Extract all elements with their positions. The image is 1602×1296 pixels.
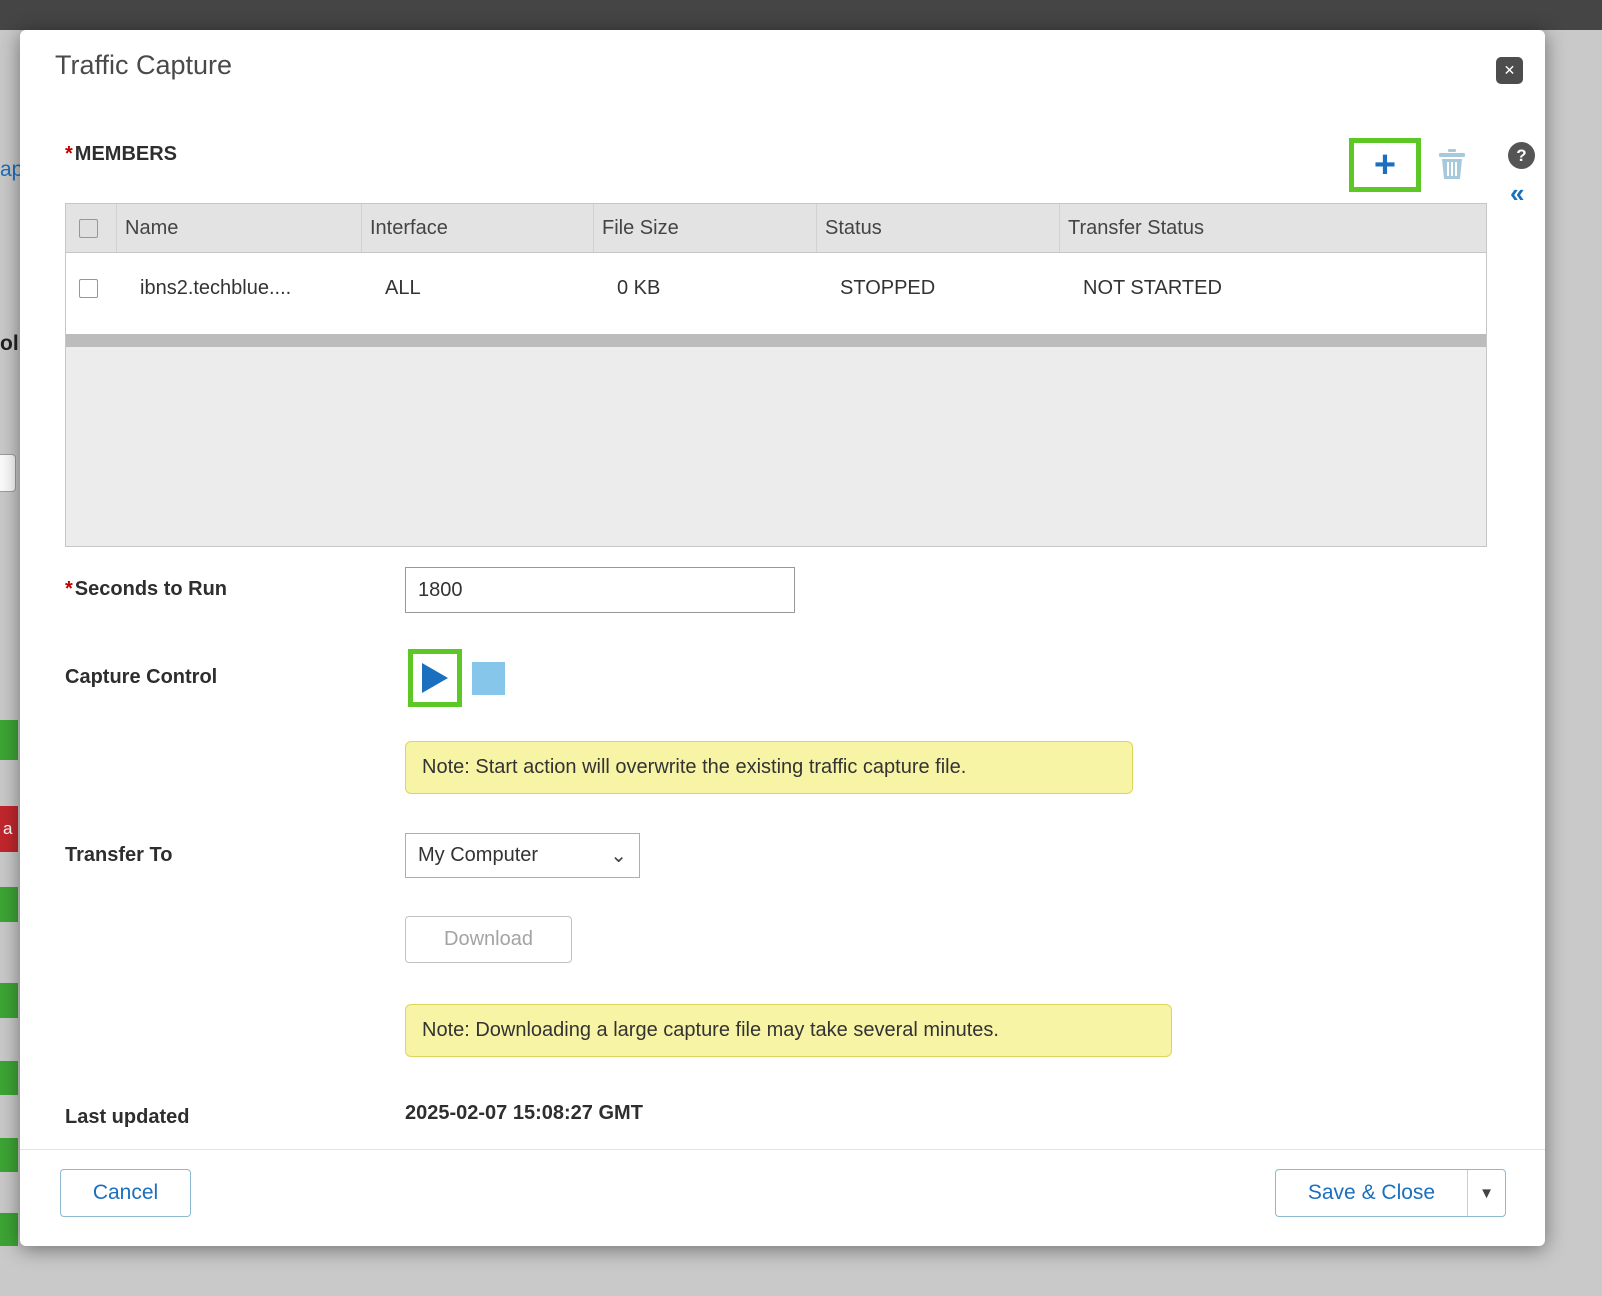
save-close-label: Save & Close [1276, 1181, 1467, 1205]
cell-status: STOPPED [816, 277, 1059, 300]
cell-name: ibns2.techblue.... [116, 277, 361, 300]
seconds-to-run-label: *Seconds to Run [65, 578, 227, 601]
background-status-green [0, 887, 18, 922]
note-start: Note: Start action will overwrite the ex… [405, 741, 1133, 794]
members-label-text: MEMBERS [75, 143, 177, 165]
add-member-button[interactable]: + [1374, 146, 1396, 184]
trash-icon [1438, 148, 1466, 180]
column-header-status[interactable]: Status [816, 204, 1059, 252]
help-button[interactable]: ? [1508, 142, 1535, 169]
column-header-name[interactable]: Name [116, 204, 361, 252]
required-asterisk: * [65, 578, 73, 600]
select-all-checkbox[interactable] [79, 219, 98, 238]
last-updated-label: Last updated [65, 1106, 189, 1129]
save-close-menu-button[interactable]: ▼ [1467, 1170, 1505, 1216]
stop-capture-button[interactable] [472, 662, 505, 695]
cell-file-size: 0 KB [593, 277, 816, 300]
cancel-button[interactable]: Cancel [60, 1169, 191, 1217]
horizontal-scrollbar[interactable] [66, 334, 1486, 347]
stop-icon [472, 662, 505, 695]
seconds-to-run-label-text: Seconds to Run [75, 578, 227, 600]
save-close-button[interactable]: Save & Close ▼ [1275, 1169, 1506, 1217]
background-status-green [0, 720, 18, 760]
collapse-panel-button[interactable]: « [1510, 178, 1524, 209]
members-table: Name Interface File Size Status Transfer… [65, 203, 1487, 547]
table-gap [66, 323, 1486, 334]
column-header-file-size[interactable]: File Size [593, 204, 816, 252]
traffic-capture-dialog: Traffic Capture ✕ *MEMBERS + ? « [20, 30, 1545, 1246]
caret-down-icon: ▼ [1479, 1185, 1494, 1202]
seconds-to-run-input[interactable] [405, 567, 795, 613]
close-icon: ✕ [1504, 62, 1516, 79]
start-capture-button[interactable] [413, 654, 457, 702]
collapse-icon: « [1510, 178, 1524, 208]
dialog-footer: Cancel Save & Close ▼ [20, 1149, 1545, 1246]
note-download: Note: Downloading a large capture file m… [405, 1004, 1172, 1057]
row-checkbox-cell [66, 279, 116, 298]
cell-interface: ALL [361, 277, 593, 300]
browser-top-bar [0, 0, 1602, 30]
column-header-transfer-status[interactable]: Transfer Status [1059, 204, 1486, 252]
row-checkbox[interactable] [79, 279, 98, 298]
header-checkbox-cell [66, 219, 116, 238]
background-status-green [0, 1061, 18, 1095]
background-status-green [0, 1213, 18, 1246]
background-button-fragment [0, 454, 16, 492]
background-tab-fragment: ol [0, 332, 22, 360]
background-link-fragment: ap [0, 158, 22, 186]
help-icon: ? [1516, 146, 1526, 166]
chevron-down-icon: ⌄ [610, 843, 627, 868]
background-status-green [0, 1138, 18, 1172]
table-header-row: Name Interface File Size Status Transfer… [66, 204, 1486, 253]
capture-control-label: Capture Control [65, 666, 217, 689]
table-row[interactable]: ibns2.techblue.... ALL 0 KB STOPPED NOT … [66, 253, 1486, 323]
transfer-to-label: Transfer To [65, 844, 172, 867]
transfer-to-select[interactable]: My Computer ⌄ [405, 833, 640, 878]
column-header-interface[interactable]: Interface [361, 204, 593, 252]
highlight-box-add: + [1349, 138, 1421, 192]
download-button[interactable]: Download [405, 916, 572, 963]
close-button[interactable]: ✕ [1496, 57, 1523, 84]
cell-transfer-status: NOT STARTED [1059, 277, 1486, 300]
members-label: *MEMBERS [65, 143, 177, 166]
delete-member-button[interactable] [1438, 148, 1466, 180]
transfer-to-value: My Computer [418, 844, 538, 867]
plus-icon: + [1374, 144, 1396, 186]
highlight-box-play [408, 649, 462, 707]
play-icon [422, 663, 448, 693]
required-asterisk: * [65, 143, 73, 165]
last-updated-value: 2025-02-07 15:08:27 GMT [405, 1102, 643, 1125]
dialog-title: Traffic Capture [55, 50, 232, 81]
background-status-green [0, 983, 18, 1018]
background-status-red: a [0, 806, 18, 852]
